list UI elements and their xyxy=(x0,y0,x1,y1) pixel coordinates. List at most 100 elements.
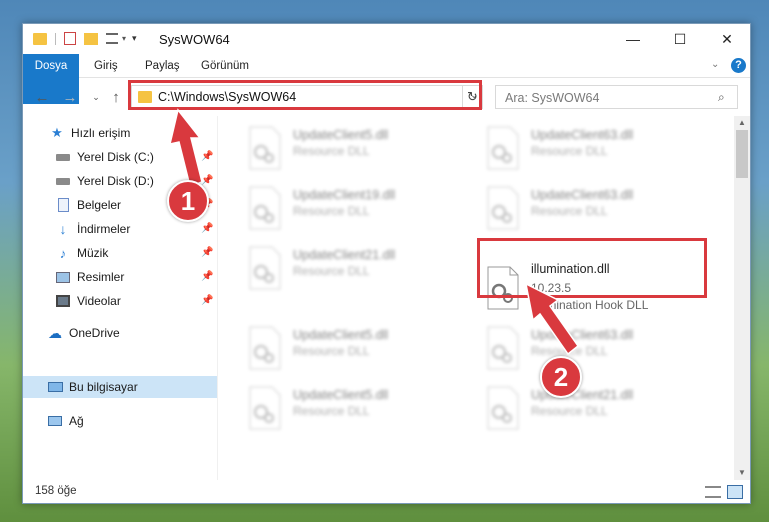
search-placeholder: Ara: SysWOW64 xyxy=(505,91,600,105)
file-item[interactable]: UpdateClient5.dll Resource DLL xyxy=(247,386,477,436)
scroll-down-icon[interactable]: ▼ xyxy=(734,466,750,480)
dll-file-icon xyxy=(487,186,519,230)
details-view-icon[interactable] xyxy=(705,486,721,498)
nav-label: Yerel Disk (D:) xyxy=(77,174,154,188)
nav-item-pictures[interactable]: Resimler 📌 xyxy=(23,266,217,288)
maximize-button[interactable]: ☐ xyxy=(657,24,703,54)
nav-item-videos[interactable]: Videolar 📌 xyxy=(23,290,217,312)
help-icon[interactable]: ? xyxy=(731,58,746,73)
pane-divider[interactable] xyxy=(217,116,218,480)
window-title: SysWOW64 xyxy=(159,32,230,47)
nav-label: Ağ xyxy=(69,414,84,428)
file-description: Resource DLL xyxy=(531,344,608,358)
file-name: UpdateClient5.dll xyxy=(293,388,389,402)
dll-file-icon xyxy=(249,386,281,430)
computer-icon xyxy=(47,379,63,395)
customize-toolbar-icon[interactable] xyxy=(106,33,118,44)
forward-button[interactable]: → xyxy=(61,87,79,107)
qa-dropdown-icon[interactable]: ▾ xyxy=(132,33,137,44)
tab-share[interactable]: Paylaş xyxy=(145,54,180,78)
file-name: UpdateClient63.dll xyxy=(531,128,634,142)
file-item[interactable]: UpdateClient19.dll Resource DLL xyxy=(247,186,477,236)
nav-quick-access[interactable]: ★ Hızlı erişim xyxy=(23,122,217,144)
file-item[interactable]: UpdateClient63.dll Resource DLL xyxy=(485,126,715,176)
network-icon xyxy=(47,413,63,429)
file-description: Resource DLL xyxy=(531,204,608,218)
scroll-thumb[interactable] xyxy=(736,130,748,178)
file-item[interactable]: UpdateClient5.dll Resource DLL xyxy=(247,326,477,376)
pictures-icon xyxy=(55,269,71,285)
search-icon[interactable]: ⌕ xyxy=(718,90,725,105)
file-version: 10.23.5 xyxy=(531,281,572,295)
nav-item-music[interactable]: ♪ Müzik 📌 xyxy=(23,242,217,264)
scroll-up-icon[interactable]: ▲ xyxy=(734,116,750,130)
recent-locations-button[interactable]: ⌄ xyxy=(87,87,105,107)
file-name: UpdateClient63.dll xyxy=(531,188,634,202)
star-icon: ★ xyxy=(51,125,63,140)
pin-icon[interactable]: 📌 xyxy=(201,151,213,162)
new-folder-icon[interactable] xyxy=(84,32,98,45)
file-description: Illumination Hook DLL xyxy=(531,298,649,312)
file-name: UpdateClient21.dll xyxy=(293,248,396,262)
file-description: Resource DLL xyxy=(531,144,608,158)
nav-label: Yerel Disk (C:) xyxy=(77,150,154,164)
status-bar: 158 öğe xyxy=(23,480,750,503)
nav-item-documents[interactable]: Belgeler 📌 xyxy=(23,194,217,216)
pin-icon[interactable]: 📌 xyxy=(201,247,213,258)
minimize-button[interactable]: — xyxy=(610,24,656,54)
tab-view[interactable]: Görünüm xyxy=(201,54,249,78)
dll-file-icon xyxy=(249,126,281,170)
pin-icon[interactable]: 📌 xyxy=(201,271,213,282)
address-bar[interactable]: C:\Windows\SysWOW64 ⌄ xyxy=(131,85,483,109)
folder-icon xyxy=(138,91,152,103)
pin-icon[interactable]: 📌 xyxy=(201,175,213,186)
file-list: UpdateClient5.dll Resource DLL UpdateCli… xyxy=(223,116,735,480)
pin-icon[interactable]: 📌 xyxy=(201,199,213,210)
address-path: C:\Windows\SysWOW64 xyxy=(158,90,297,104)
file-description: Resource DLL xyxy=(293,344,370,358)
up-button[interactable]: ↑ xyxy=(107,87,125,107)
chevron-down-icon[interactable]: ⌄ xyxy=(711,59,719,70)
dll-file-icon xyxy=(487,266,519,310)
pin-icon[interactable]: 📌 xyxy=(201,295,213,306)
documents-icon xyxy=(55,197,71,213)
back-button[interactable]: ← xyxy=(33,87,51,107)
music-icon: ♪ xyxy=(59,245,67,261)
ribbon: Dosya Giriş Paylaş Görünüm ⌄ ? xyxy=(23,54,750,104)
file-item-illumination[interactable]: illumination.dll 10.23.5 Illumination Ho… xyxy=(485,262,715,316)
title-bar: ▾ ▾ SysWOW64 — ☐ ✕ xyxy=(23,24,750,54)
nav-label: Bu bilgisayar xyxy=(69,380,138,394)
folder-icon[interactable] xyxy=(33,32,47,45)
search-input[interactable]: Ara: SysWOW64 ⌕ xyxy=(495,85,738,109)
chevron-down-icon[interactable]: ▾ xyxy=(122,34,126,43)
file-name: UpdateClient5.dll xyxy=(293,128,389,142)
nav-onedrive[interactable]: ☁ OneDrive xyxy=(23,322,217,344)
nav-label: Videolar xyxy=(77,294,121,308)
tab-home[interactable]: Giriş xyxy=(94,54,118,78)
dll-file-icon xyxy=(487,326,519,370)
vertical-scrollbar[interactable]: ▲ ▼ xyxy=(734,116,750,480)
dll-file-icon xyxy=(249,186,281,230)
close-button[interactable]: ✕ xyxy=(704,24,750,54)
file-name: UpdateClient63.dll xyxy=(531,328,634,342)
file-description: Resource DLL xyxy=(293,264,370,278)
file-item[interactable]: UpdateClient63.dll Resource DLL xyxy=(485,326,715,376)
dll-file-icon xyxy=(249,326,281,370)
file-description: Resource DLL xyxy=(293,144,370,158)
nav-item-drive-d[interactable]: Yerel Disk (D:) 📌 xyxy=(23,170,217,192)
explorer-window: ▾ ▾ SysWOW64 — ☐ ✕ Dosya Giriş Paylaş Gö… xyxy=(22,23,751,504)
nav-network[interactable]: Ağ xyxy=(23,410,217,432)
pin-icon[interactable]: 📌 xyxy=(201,223,213,234)
nav-item-downloads[interactable]: ↓ İndirmeler 📌 xyxy=(23,218,217,240)
tiles-view-icon[interactable] xyxy=(727,485,743,499)
file-name: UpdateClient21.dll xyxy=(531,388,634,402)
nav-this-pc[interactable]: Bu bilgisayar xyxy=(23,376,217,398)
file-item[interactable]: UpdateClient21.dll Resource DLL xyxy=(247,246,477,296)
properties-icon[interactable] xyxy=(64,32,76,45)
file-description: Resource DLL xyxy=(531,404,608,418)
file-item[interactable]: UpdateClient21.dll Resource DLL xyxy=(485,386,715,436)
nav-item-drive-c[interactable]: Yerel Disk (C:) 📌 xyxy=(23,146,217,168)
file-item[interactable]: UpdateClient5.dll Resource DLL xyxy=(247,126,477,176)
refresh-button[interactable]: ↻ xyxy=(462,85,482,109)
file-item[interactable]: UpdateClient63.dll Resource DLL xyxy=(485,186,715,236)
